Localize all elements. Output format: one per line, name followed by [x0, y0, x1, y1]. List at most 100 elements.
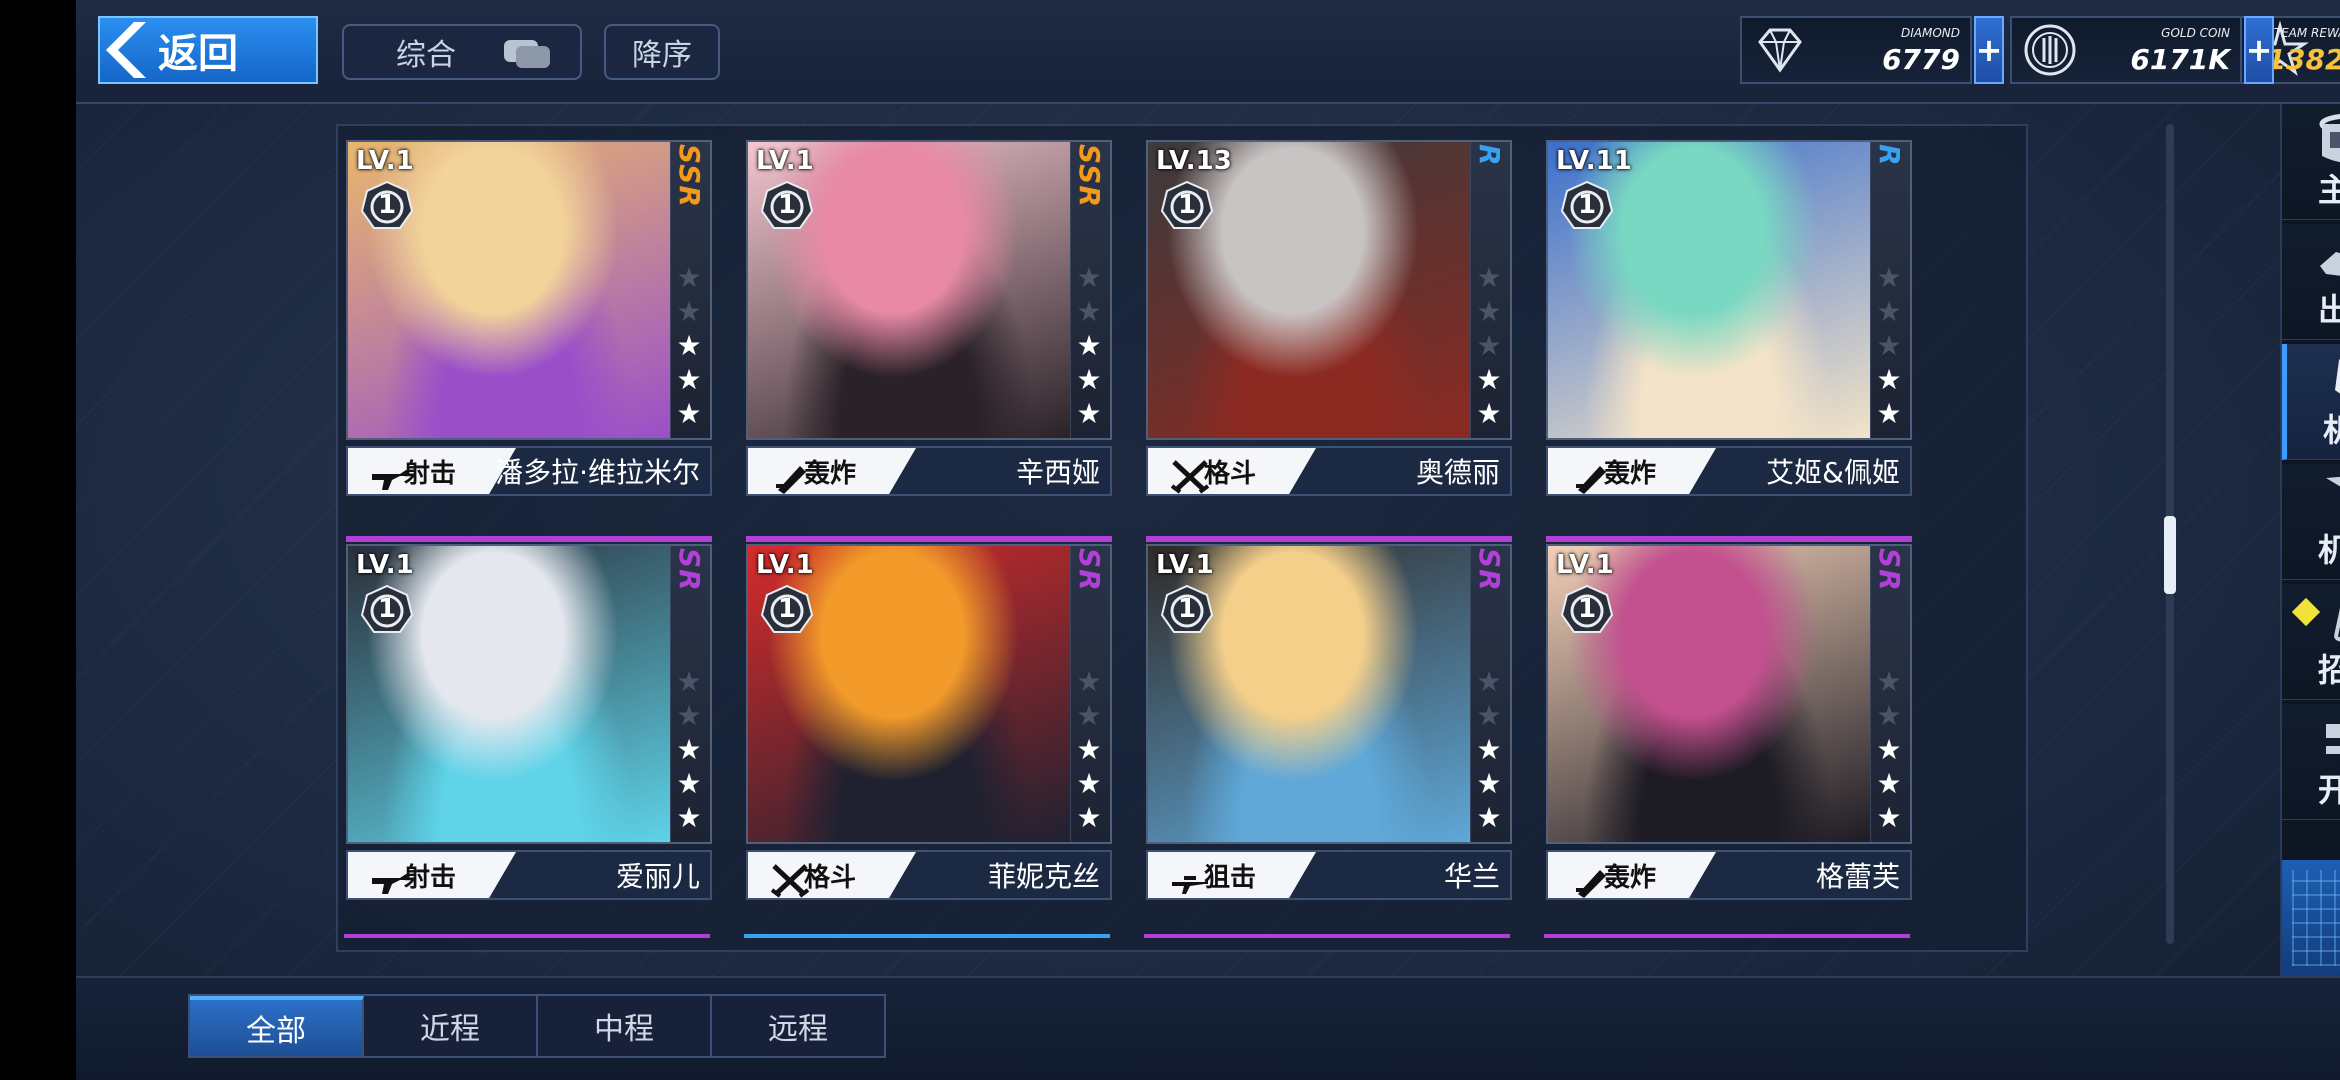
- star-filled-icon: ★: [676, 397, 702, 430]
- role-tag: 狙击: [1148, 852, 1316, 898]
- pilot-card[interactable]: R ★ ★ ★ ★ ★ LV.13 1 格斗 奥德丽: [1146, 140, 1512, 500]
- star-filled-icon: ★: [676, 329, 702, 362]
- rank-number: 1: [377, 190, 397, 220]
- nav-hangar[interactable]: 机库: [2282, 464, 2340, 580]
- nav-recruit-card[interactable]: 招募: [2282, 584, 2340, 700]
- rarity-stripe: [346, 536, 712, 542]
- star-rating: ★ ★ ★ ★ ★: [1074, 668, 1104, 832]
- star-filled-icon: ★: [1476, 801, 1502, 834]
- recruit-card-icon: [2316, 590, 2340, 652]
- star-empty-icon: ★: [1076, 665, 1102, 698]
- star-empty-icon: ★: [1476, 261, 1502, 294]
- star-rating: ★ ★ ★ ★ ★: [1474, 668, 1504, 832]
- sort-mode-label: 综合: [396, 38, 456, 73]
- star-filled-icon: ★: [676, 767, 702, 800]
- pilot-portrait: R ★ ★ ★ ★ ★ LV.11 1: [1546, 140, 1912, 440]
- star-empty-icon: ★: [676, 261, 702, 294]
- rank-number: 1: [777, 594, 797, 624]
- rank-medal-icon: 1: [1560, 180, 1614, 234]
- pilot-name-bar: 轰炸 艾姬&佩姬: [1546, 446, 1912, 496]
- filter-tab[interactable]: 全部: [190, 996, 364, 1056]
- nav-develop[interactable]: 开发: [2282, 704, 2340, 820]
- rarity-label: SR: [673, 548, 706, 592]
- nav-pilot[interactable]: 机师: [2282, 344, 2340, 460]
- pilot-name: 辛西娅: [1015, 456, 1100, 489]
- star-filled-icon: ★: [1476, 397, 1502, 430]
- pilot-level: LV.1: [1156, 550, 1214, 580]
- filter-tab[interactable]: 中程: [538, 996, 712, 1056]
- pilot-name: 潘多拉·维拉米尔: [495, 456, 700, 489]
- nav-label: 机师: [2322, 411, 2340, 449]
- role-label: 射击: [404, 862, 457, 893]
- pilot-name: 艾姬&佩姬: [1766, 456, 1900, 489]
- pilot-portrait: SR ★ ★ ★ ★ ★ LV.1 1: [1546, 544, 1912, 844]
- sort-order-button[interactable]: 降序: [604, 24, 720, 80]
- role-tag: 格斗: [748, 852, 916, 898]
- star-filled-icon: ★: [1476, 733, 1502, 766]
- star-filled-icon: ★: [1876, 397, 1902, 430]
- minimap-button[interactable]: [2280, 860, 2340, 976]
- pilot-card[interactable]: R ★ ★ ★ ★ ★ LV.11 1 轰炸 艾姬&佩姬: [1546, 140, 1912, 500]
- rarity-rail: SR ★ ★ ★ ★ ★: [1070, 546, 1110, 842]
- scrollbar-thumb[interactable]: [2164, 516, 2176, 594]
- rank-medal-icon: 1: [360, 584, 414, 638]
- add-gold-coin-button[interactable]: +: [2244, 16, 2274, 84]
- screen-left-bezel: [0, 0, 76, 1080]
- star-empty-icon: ★: [1476, 329, 1502, 362]
- hangar-icon: [2316, 470, 2340, 532]
- sort-mode-button[interactable]: 综合: [342, 24, 582, 80]
- star-filled-icon: ★: [1076, 801, 1102, 834]
- rank-medal-icon: 1: [760, 584, 814, 638]
- filter-tab[interactable]: 远程: [712, 996, 884, 1056]
- pilot-card[interactable]: SR ★ ★ ★ ★ ★ LV.1 1 轰炸 格蕾芙: [1546, 536, 1912, 904]
- pilot-portrait: SR ★ ★ ★ ★ ★ LV.1 1: [346, 544, 712, 844]
- star-filled-icon: ★: [1876, 801, 1902, 834]
- battle-icon: [2316, 230, 2340, 292]
- star-rating: ★ ★ ★ ★ ★: [1474, 264, 1504, 428]
- role-label: 射击: [404, 458, 457, 489]
- rank-number: 1: [1577, 594, 1597, 624]
- role-label: 轰炸: [1604, 862, 1657, 893]
- rank-number: 1: [377, 594, 397, 624]
- back-arrow-icon: [106, 18, 154, 82]
- pilot-name: 奥德丽: [1415, 456, 1500, 489]
- pilot-portrait: SR ★ ★ ★ ★ ★ LV.1 1: [1146, 544, 1512, 844]
- rarity-rail: SSR ★ ★ ★ ★ ★: [1070, 142, 1110, 438]
- back-button[interactable]: 返回: [98, 16, 318, 84]
- role-tag: 射击: [348, 448, 516, 494]
- role-tag: 轰炸: [1548, 448, 1716, 494]
- pilot-card[interactable]: SSR ★ ★ ★ ★ ★ LV.1 1 轰炸 辛西娅: [746, 140, 1112, 500]
- rank-medal-icon: 1: [360, 180, 414, 234]
- role-label: 格斗: [804, 862, 857, 893]
- rarity-label: R: [1473, 144, 1506, 167]
- nav-battle[interactable]: 出战: [2282, 224, 2340, 340]
- pilot-name-bar: 轰炸 格蕾芙: [1546, 850, 1912, 900]
- filter-tab[interactable]: 近程: [364, 996, 538, 1056]
- pilot-name-bar: 轰炸 辛西娅: [746, 446, 1112, 496]
- star-rating: ★ ★ ★ ★ ★: [674, 264, 704, 428]
- role-tag: 轰炸: [1548, 852, 1716, 898]
- role-tag: 射击: [348, 852, 516, 898]
- star-filled-icon: ★: [1076, 397, 1102, 430]
- rarity-label: SR: [1873, 548, 1906, 592]
- rank-number: 1: [1577, 190, 1597, 220]
- pilot-name-bar: 狙击 华兰: [1146, 850, 1512, 900]
- rank-number: 1: [1177, 594, 1197, 624]
- rarity-label: SSR: [673, 144, 706, 208]
- add-diamond-button[interactable]: +: [1974, 16, 2004, 84]
- pilot-card[interactable]: SR ★ ★ ★ ★ ★ LV.1 1 射击 爱丽儿: [346, 536, 712, 904]
- pilot-grid: SSR ★ ★ ★ ★ ★ LV.1 1 射击 潘多拉·维拉米尔 SSR ★ ★ ★ ★ ★ LV.1 1 轰炸 辛西…: [336, 124, 2028, 952]
- star-filled-icon: ★: [1076, 363, 1102, 396]
- currency-value: 6171K: [2130, 43, 2230, 76]
- role-label: 格斗: [1204, 458, 1257, 489]
- star-rating: ★ ★ ★ ★ ★: [1874, 668, 1904, 832]
- pilot-name: 华兰: [1443, 860, 1500, 893]
- pilot-card[interactable]: SR ★ ★ ★ ★ ★ LV.1 1 格斗 菲妮克丝: [746, 536, 1112, 904]
- pilot-card[interactable]: SSR ★ ★ ★ ★ ★ LV.1 1 射击 潘多拉·维拉米尔: [346, 140, 712, 500]
- pilot-card[interactable]: SR ★ ★ ★ ★ ★ LV.1 1 狙击 华兰: [1146, 536, 1512, 904]
- rank-number: 1: [777, 190, 797, 220]
- rank-medal-icon: 1: [760, 180, 814, 234]
- pilot-level: LV.1: [356, 146, 414, 176]
- nav-hall[interactable]: 主厅: [2282, 104, 2340, 220]
- diamond-icon: [1750, 20, 1810, 80]
